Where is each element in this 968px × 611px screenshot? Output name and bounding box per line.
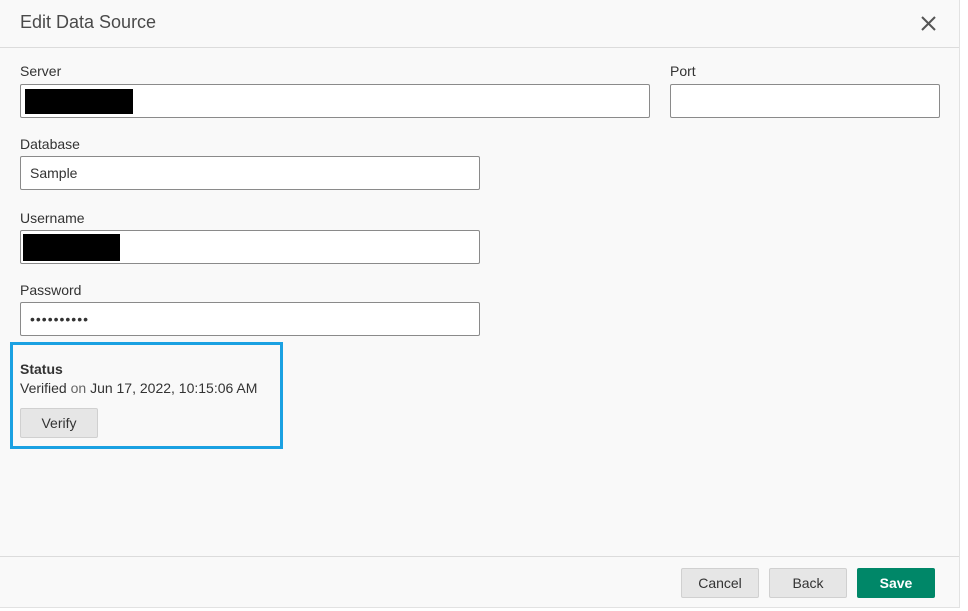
close-icon — [921, 16, 936, 31]
status-heading: Status — [20, 361, 63, 377]
server-redaction — [25, 89, 133, 114]
username-label: Username — [20, 210, 85, 226]
username-input[interactable] — [20, 230, 480, 264]
database-input[interactable]: Sample — [20, 156, 480, 190]
status-timestamp: Jun 17, 2022, 10:15:06 AM — [90, 380, 258, 396]
dialog-footer: Cancel Back Save — [0, 556, 959, 608]
cancel-button[interactable]: Cancel — [681, 568, 759, 598]
back-button[interactable]: Back — [769, 568, 847, 598]
port-input[interactable] — [670, 84, 940, 118]
dialog-title: Edit Data Source — [20, 12, 157, 32]
status-text: Verified on Jun 17, 2022, 10:15:06 AM — [20, 380, 257, 396]
password-input[interactable]: •••••••••• — [20, 302, 480, 336]
server-label: Server — [20, 63, 62, 79]
close-button[interactable] — [914, 10, 942, 38]
username-redaction — [23, 234, 120, 261]
dialog-header: Edit Data Source — [0, 0, 959, 48]
edit-data-source-dialog: Edit Data Source Server Port Database Sa… — [0, 0, 960, 608]
verify-button[interactable]: Verify — [20, 408, 98, 438]
port-label: Port — [670, 63, 696, 79]
server-input[interactable] — [20, 84, 650, 118]
database-label: Database — [20, 136, 80, 152]
save-button[interactable]: Save — [857, 568, 935, 598]
status-on-word: on — [70, 380, 87, 396]
status-state: Verified — [20, 380, 67, 396]
password-label: Password — [20, 282, 82, 298]
